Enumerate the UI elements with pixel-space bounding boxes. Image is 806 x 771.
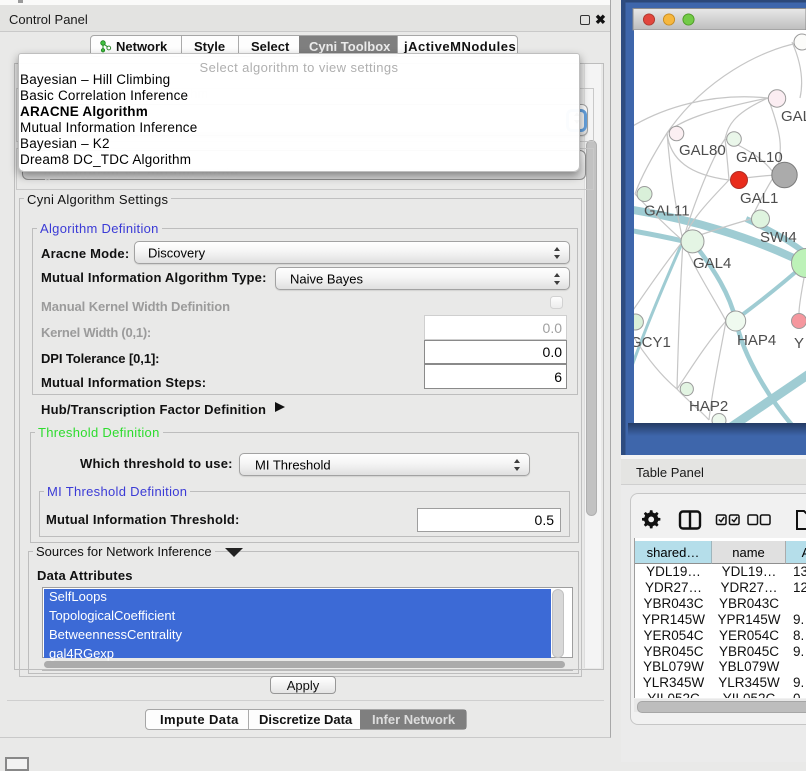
svg-text:GAL10: GAL10	[736, 149, 783, 166]
svg-text:GAL1: GAL1	[740, 190, 778, 207]
svg-text:HAP2: HAP2	[689, 398, 728, 415]
svg-text:HAP4: HAP4	[737, 332, 776, 349]
svg-text:GCY1: GCY1	[630, 334, 671, 351]
svg-text:GAL4: GAL4	[693, 255, 731, 272]
svg-text:SWI4: SWI4	[760, 229, 797, 246]
svg-text:GAL11: GAL11	[644, 203, 690, 220]
svg-text:GAL80: GAL80	[679, 142, 726, 159]
svg-text:GAL7: GAL7	[781, 108, 806, 125]
svg-text:Y: Y	[794, 335, 804, 352]
